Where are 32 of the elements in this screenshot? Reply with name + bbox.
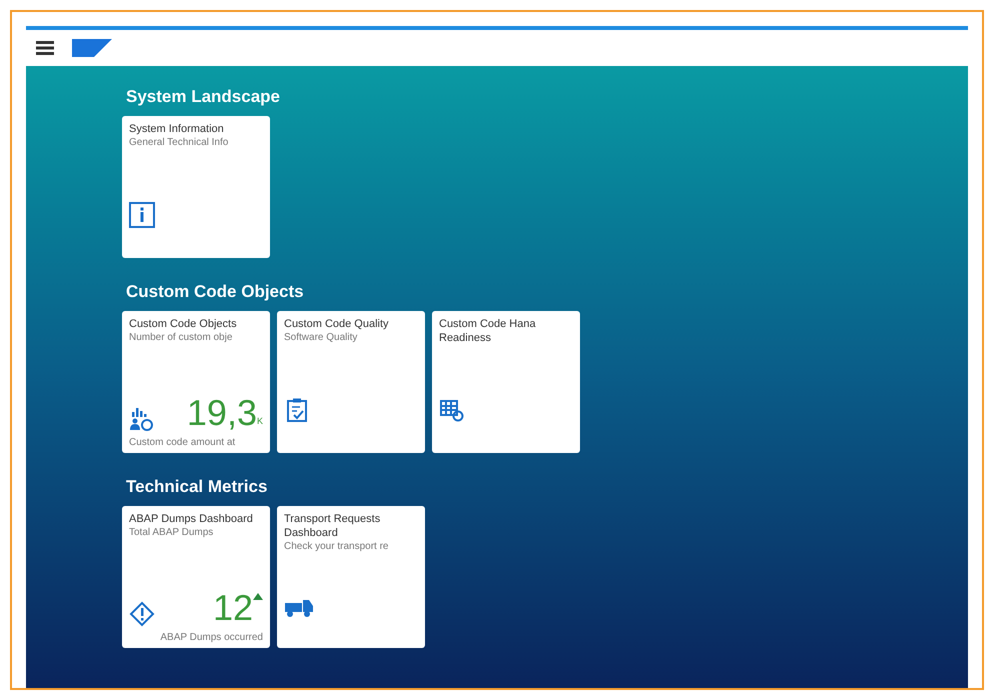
section-title: Custom Code Objects bbox=[125, 281, 305, 303]
grid-gear-icon bbox=[439, 397, 465, 423]
tile-title: Custom Code Quality bbox=[284, 317, 390, 331]
app-tile[interactable]: Transport Requests Dashboard Check your transport re bbox=[277, 506, 425, 648]
clipboard-check-icon bbox=[284, 397, 310, 423]
tile-footer: ABAP Dumps occurred bbox=[129, 631, 263, 644]
tile-subtitle: Total ABAP Dumps bbox=[129, 526, 214, 539]
tile-subtitle: General Technical Info bbox=[129, 136, 230, 149]
tile-footer: Custom code amount at bbox=[129, 436, 263, 449]
section-title: Technical Metrics bbox=[125, 476, 268, 498]
kpi-value: 19,3 bbox=[186, 394, 257, 432]
logo[interactable] bbox=[72, 39, 112, 57]
tile-title: Transport Requests Dashboard bbox=[284, 512, 382, 540]
kpi-scale: K bbox=[256, 414, 263, 428]
app-tile[interactable]: ABAP Dumps Dashboard Total ABAP Dumps 12 ABAP Dumps occurred bbox=[122, 506, 270, 648]
menu-icon[interactable] bbox=[36, 41, 54, 55]
info-icon bbox=[129, 202, 155, 228]
tile-subtitle: Number of custom obje bbox=[129, 331, 234, 344]
kpi-value: 12 bbox=[212, 589, 253, 627]
tile-subtitle: Software Quality bbox=[284, 331, 358, 344]
warning-diamond-icon bbox=[129, 601, 155, 627]
tile-title: ABAP Dumps Dashboard bbox=[129, 512, 254, 526]
section-title: System Landscape bbox=[125, 86, 282, 108]
app-tile[interactable]: Custom Code Quality Software Quality bbox=[277, 311, 425, 453]
app-tile[interactable]: Custom Code Objects Number of custom obje 19,3 K Custom code amount at bbox=[122, 311, 270, 453]
tile-title: System Information bbox=[129, 122, 225, 136]
people-chart-icon bbox=[129, 406, 155, 432]
tile-title: Custom Code Hana Readiness bbox=[439, 317, 537, 345]
app-tile[interactable]: System Information General Technical Info bbox=[122, 116, 270, 258]
tile-subtitle: Check your transport re bbox=[284, 540, 390, 553]
app-tile[interactable]: Custom Code Hana Readiness bbox=[432, 311, 580, 453]
tile-title: Custom Code Objects bbox=[129, 317, 238, 331]
